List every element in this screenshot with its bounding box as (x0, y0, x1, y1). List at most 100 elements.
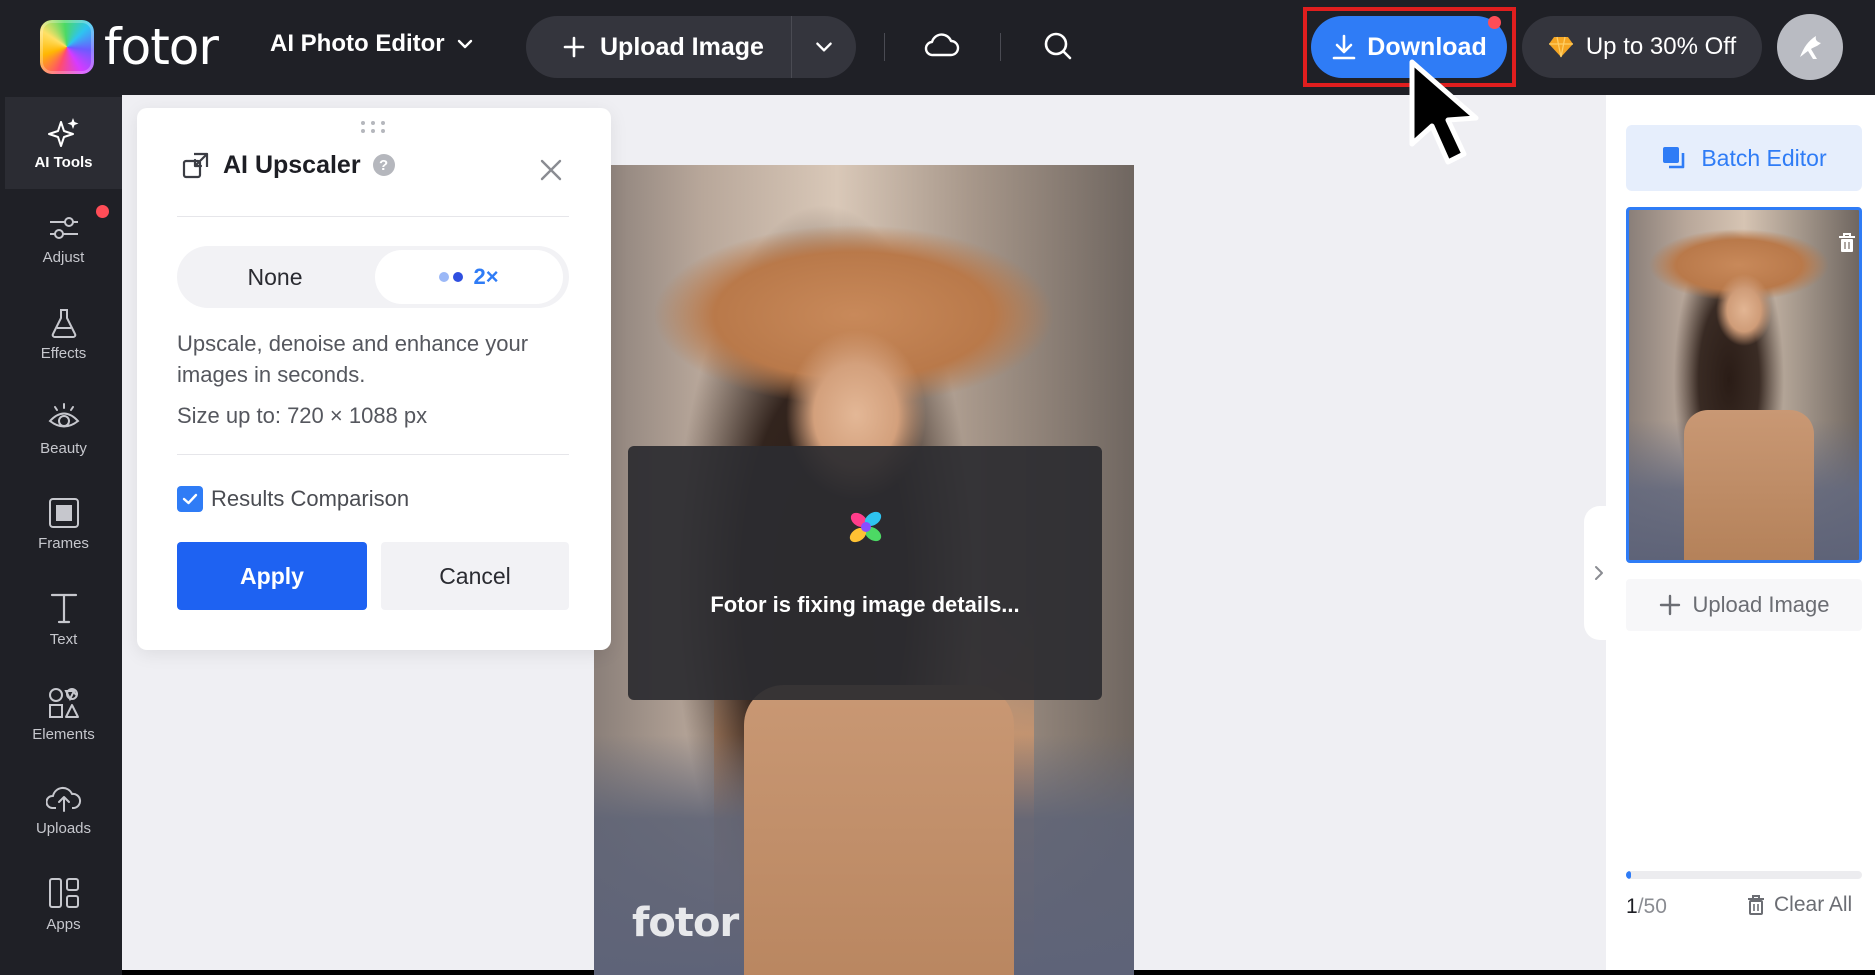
layers-icon (1663, 147, 1685, 169)
upscaler-description: Upscale, denoise and enhance your images… (177, 331, 529, 387)
rail-item-uploads[interactable]: Uploads (5, 763, 122, 855)
close-icon[interactable] (537, 156, 565, 184)
rail-label: Text (49, 630, 78, 648)
search-icon (1044, 32, 1072, 60)
notification-dot (1488, 16, 1501, 29)
fotor-logo[interactable]: fotor (40, 18, 219, 76)
rail-item-beauty[interactable]: Beauty (5, 383, 122, 475)
toolbar-divider (884, 33, 885, 61)
trash-icon[interactable] (1837, 232, 1857, 254)
ai-upscaler-panel: AI Upscaler ? None 2× Upscale, denoise a… (137, 108, 611, 650)
results-comparison-label: Results Comparison (211, 486, 410, 511)
rail-item-elements[interactable]: Elements (5, 668, 122, 760)
text-icon (50, 593, 77, 623)
check-icon (182, 493, 198, 505)
shapes-icon (48, 687, 79, 718)
toolbar-divider (1000, 33, 1001, 61)
top-bar: fotor AI Photo Editor Upload Image Downl… (0, 0, 1875, 95)
rail-label: Beauty (40, 439, 87, 457)
promo-button[interactable]: Up to 30% Off (1522, 16, 1762, 78)
upload-image-button[interactable]: Upload Image (526, 16, 792, 78)
cloud-upload-icon (45, 786, 81, 812)
rail-label: Adjust (42, 248, 85, 266)
left-tool-rail: AI Tools Adjust Effects Beauty Frames Te… (0, 95, 122, 975)
fotor-spark-icon (849, 511, 882, 543)
diamond-icon (1548, 36, 1573, 58)
batch-editor-button[interactable]: Batch Editor (1626, 125, 1862, 191)
rail-item-apps[interactable]: Apps (5, 858, 122, 950)
cloud-save-button[interactable] (924, 30, 960, 60)
batch-sidebar: Batch Editor Upload Image 1/50 Clear All (1606, 95, 1875, 970)
bird-icon (1800, 36, 1821, 59)
logo-text: fotor (104, 18, 219, 76)
upload-image-group: Upload Image (526, 16, 856, 78)
option-none[interactable]: None (177, 246, 373, 308)
batch-editor-label: Batch Editor (1701, 144, 1827, 171)
drag-handle-icon[interactable] (359, 120, 387, 134)
plus-icon (1659, 594, 1680, 616)
upscale-factor-selector: None 2× (177, 246, 569, 308)
sparkle-icon (47, 117, 78, 147)
frame-icon (48, 497, 79, 528)
image-count-progress-fill (1626, 871, 1631, 879)
clear-all-button[interactable]: Clear All (1746, 893, 1852, 917)
trash-icon (1748, 895, 1764, 915)
panel-header: AI Upscaler ? (181, 150, 395, 180)
download-icon (1332, 34, 1356, 60)
editor-mode-label: AI Photo Editor (270, 30, 445, 57)
sliders-icon (49, 216, 78, 239)
upload-image-button-secondary[interactable]: Upload Image (1626, 579, 1862, 631)
panel-title: AI Upscaler (223, 150, 361, 179)
option-2x[interactable]: 2× (375, 250, 563, 304)
processing-overlay: Fotor is fixing image details... (628, 446, 1102, 700)
fotor-watermark: fotor (632, 900, 739, 946)
editor-mode-dropdown[interactable]: AI Photo Editor (270, 30, 475, 58)
rail-label: Apps (46, 915, 81, 933)
eye-icon (48, 402, 79, 427)
upload-image-label: Upload Image (600, 32, 764, 61)
divider (177, 216, 569, 217)
scale-dots-icon (439, 272, 464, 282)
apply-button[interactable]: Apply (177, 542, 367, 610)
rail-label: Frames (38, 534, 89, 552)
chevron-right-icon (1595, 566, 1603, 580)
rail-label: Elements (32, 725, 95, 743)
results-comparison-checkbox[interactable] (177, 486, 203, 512)
upload-image-label: Upload Image (1692, 592, 1830, 617)
processing-message: Fotor is fixing image details... (710, 592, 1020, 617)
plus-icon (563, 36, 585, 58)
chevron-down-icon (816, 42, 832, 52)
divider (177, 454, 569, 455)
collapse-sidebar-toggle[interactable] (1584, 506, 1614, 640)
rail-item-effects[interactable]: Effects (5, 288, 122, 380)
mouse-cursor-icon (1409, 59, 1479, 165)
image-count: 1/50 (1626, 895, 1667, 919)
cloud-icon (924, 33, 960, 57)
size-limit-info: Size up to: 720 × 1088 px (177, 403, 428, 428)
image-count-current: 1 (1626, 895, 1638, 918)
image-thumbnail[interactable] (1626, 207, 1862, 563)
rail-item-adjust[interactable]: Adjust (5, 193, 122, 285)
rail-item-frames[interactable]: Frames (5, 478, 122, 570)
rail-item-ai-tools[interactable]: AI Tools (5, 97, 122, 189)
upload-options-toggle[interactable] (792, 36, 856, 58)
rail-label: AI Tools (34, 153, 93, 171)
user-avatar[interactable] (1777, 14, 1843, 80)
clear-all-label: Clear All (1774, 893, 1853, 916)
image-count-total: /50 (1637, 895, 1667, 918)
rail-label: Uploads (35, 819, 92, 837)
fotor-logo-icon (40, 20, 94, 74)
cancel-button[interactable]: Cancel (381, 542, 569, 610)
rail-label: Effects (40, 344, 87, 362)
flask-icon (51, 308, 76, 338)
search-button[interactable] (1042, 30, 1074, 62)
option-2x-label: 2× (473, 264, 499, 289)
apps-icon (48, 877, 79, 908)
rail-item-text[interactable]: Text (5, 573, 122, 665)
promo-label: Up to 30% Off (1585, 33, 1737, 60)
chevron-down-icon (457, 39, 472, 49)
image-count-progress (1626, 871, 1862, 879)
help-icon[interactable]: ? (372, 154, 395, 176)
upscale-icon (182, 152, 209, 179)
results-comparison-toggle[interactable]: Results Comparison (177, 486, 409, 512)
